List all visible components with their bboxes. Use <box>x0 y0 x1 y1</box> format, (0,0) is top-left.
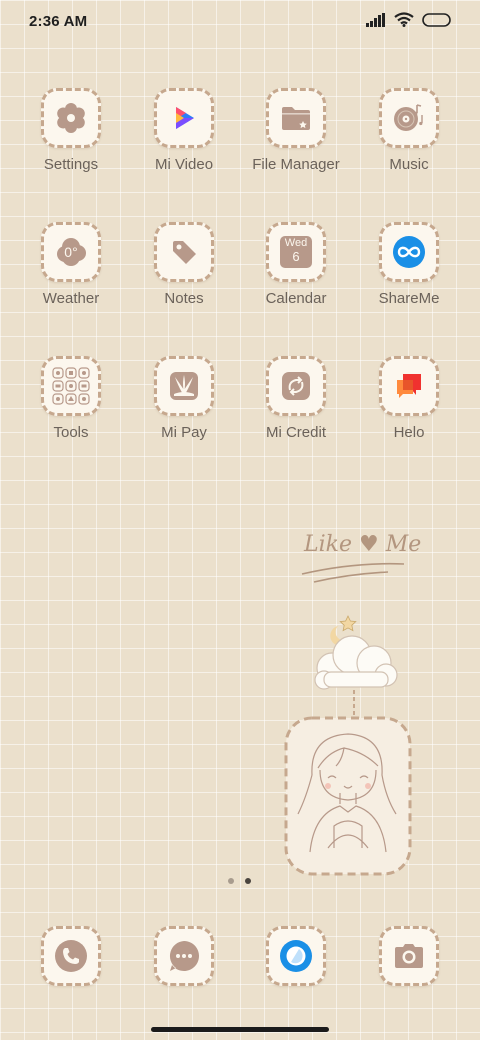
app-tools[interactable]: Tools <box>23 356 119 441</box>
cloud-icon: 0° <box>53 236 89 268</box>
app-file-manager[interactable]: File Manager <box>248 88 344 173</box>
notes-tile[interactable] <box>154 222 214 282</box>
app-music[interactable]: Music <box>361 88 457 173</box>
app-label: Weather <box>42 290 100 307</box>
helo-tile[interactable] <box>379 356 439 416</box>
app-label: Calendar <box>265 290 327 307</box>
browser-tile[interactable] <box>266 926 326 986</box>
camera-tile[interactable] <box>379 926 439 986</box>
vinyl-record-icon <box>394 104 423 131</box>
signal-icon <box>366 12 385 27</box>
app-label: ShareMe <box>378 290 440 307</box>
file-manager-tile[interactable] <box>266 88 326 148</box>
camera-icon <box>395 944 423 968</box>
home-gesture-bar[interactable] <box>151 1027 329 1032</box>
play-icon <box>176 107 194 129</box>
music-tile[interactable] <box>379 88 439 148</box>
dock-phone[interactable] <box>23 926 119 986</box>
status-bar: 2:36 AM <box>0 0 480 44</box>
app-notes[interactable]: Notes <box>136 222 232 307</box>
page-dot[interactable] <box>228 878 234 884</box>
calendar-date: 6 <box>292 248 300 264</box>
mi-pay-tile[interactable] <box>154 356 214 416</box>
mi-credit-tile[interactable] <box>266 356 326 416</box>
app-settings[interactable]: Settings <box>23 88 119 173</box>
app-label: Notes <box>164 290 204 307</box>
tag-icon <box>173 241 196 264</box>
shareme-tile[interactable] <box>379 222 439 282</box>
app-label: Settings <box>43 156 99 173</box>
app-label: Music <box>389 156 429 173</box>
page-dot-active[interactable] <box>245 878 251 884</box>
app-label: Helo <box>393 424 425 441</box>
phone-icon <box>55 940 87 972</box>
mi-video-tile[interactable] <box>154 88 214 148</box>
page-indicator[interactable] <box>228 878 251 884</box>
calendar-day: Wed <box>284 237 308 249</box>
calendar-tile[interactable]: Wed 6 <box>266 222 326 282</box>
dock-camera[interactable] <box>361 926 457 986</box>
wifi-icon <box>394 12 414 27</box>
tools-tile[interactable] <box>41 356 101 416</box>
dock-browser[interactable] <box>248 926 344 986</box>
leaf-fan-icon <box>170 372 198 400</box>
app-mi-credit[interactable]: Mi Credit <box>248 356 344 441</box>
dock-messages[interactable] <box>136 926 232 986</box>
battery-icon <box>422 12 451 27</box>
tools-grid-icon <box>52 367 90 405</box>
messages-icon <box>169 941 199 971</box>
app-label: Mi Video <box>154 156 214 173</box>
status-icons <box>366 12 452 27</box>
weather-temp: 0° <box>64 244 78 260</box>
browser-icon <box>280 940 312 972</box>
app-shareme[interactable]: ShareMe <box>361 222 457 307</box>
folder-icon <box>282 107 310 130</box>
app-calendar[interactable]: Wed 6 Calendar <box>248 222 344 307</box>
widget-illustration <box>284 562 412 876</box>
status-time: 2:36 AM <box>29 13 88 30</box>
app-helo[interactable]: Helo <box>361 356 457 441</box>
weather-tile[interactable]: 0° <box>41 222 101 282</box>
phone-tile[interactable] <box>41 926 101 986</box>
app-label: File Manager <box>252 156 340 173</box>
app-mi-video[interactable]: Mi Video <box>136 88 232 173</box>
calendar-icon: Wed 6 <box>280 236 312 268</box>
gear-icon <box>57 103 85 133</box>
app-weather[interactable]: 0° Weather <box>23 222 119 307</box>
app-label: Mi Credit <box>265 424 326 441</box>
refresh-arrows-icon <box>282 372 310 400</box>
decorative-widget[interactable]: Like ♥ Me <box>284 530 424 880</box>
settings-tile[interactable] <box>41 88 101 148</box>
chat-bubbles-icon <box>397 374 421 398</box>
app-label: Tools <box>53 424 89 441</box>
app-label: Mi Pay <box>161 424 207 441</box>
messages-tile[interactable] <box>154 926 214 986</box>
infinity-icon <box>393 236 425 268</box>
app-mi-pay[interactable]: Mi Pay <box>136 356 232 441</box>
